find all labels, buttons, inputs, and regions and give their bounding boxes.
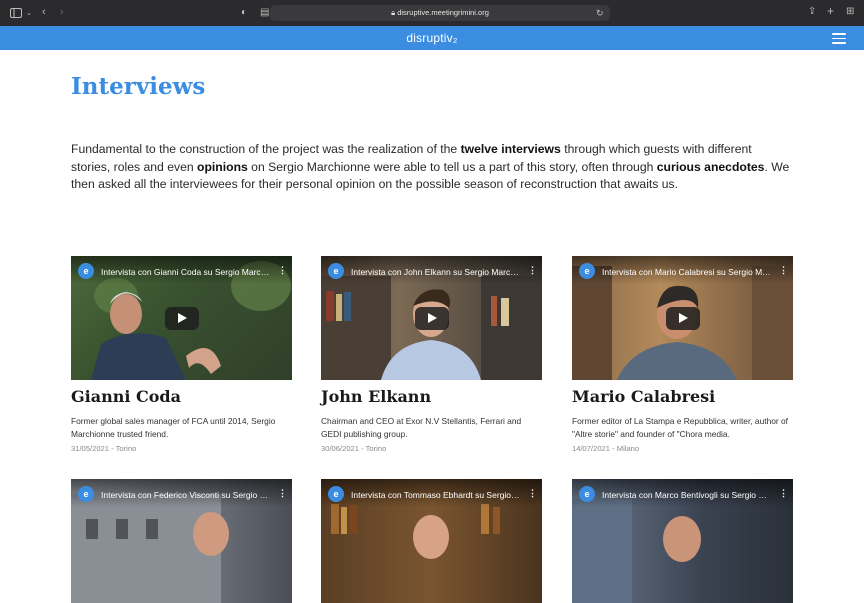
more-options-icon[interactable]: ⋮	[278, 489, 287, 498]
video-thumbnail[interactable]: e Intervista con John Elkann su Sergio M…	[321, 256, 542, 380]
more-options-icon[interactable]: ⋮	[779, 266, 788, 275]
privacy-shield-icon[interactable]: ◐	[241, 8, 247, 18]
brand-logo[interactable]: disruptiv₂	[0, 31, 864, 45]
page-title: Interviews	[71, 73, 206, 100]
interview-meta: 31/05/2021 - Torino	[71, 444, 137, 453]
more-options-icon[interactable]: ⋮	[528, 266, 537, 275]
reader-icon[interactable]: ▤	[260, 8, 269, 18]
video-thumbnail[interactable]: e Intervista con Mario Calabresi su Serg…	[572, 256, 793, 380]
interviewee-description: Former global sales manager of FCA until…	[71, 416, 276, 439]
video-title[interactable]: Intervista con Gianni Coda su Sergio Mar…	[101, 267, 271, 277]
channel-logo-icon[interactable]: e	[328, 263, 344, 279]
interviewee-name[interactable]: Gianni Coda	[71, 387, 181, 406]
interviewee-name[interactable]: Mario Calabresi	[572, 387, 715, 406]
intro-text: Fundamental to the construction of the p…	[71, 142, 790, 191]
browser-toolbar: ⌄ ‹ › ◐ ▤ 🔒︎ disruptive.meetingrimini.or…	[0, 0, 864, 26]
address-bar[interactable]: 🔒︎ disruptive.meetingrimini.org ↻	[270, 5, 610, 21]
url-text: disruptive.meetingrimini.org	[397, 8, 489, 17]
tab-overview-icon[interactable]: ⊞	[846, 7, 854, 17]
more-options-icon[interactable]: ⋮	[779, 489, 788, 498]
menu-icon[interactable]	[832, 33, 846, 44]
interviewee-description: Chairman and CEO at Exor N.V Stellantis,…	[321, 416, 522, 439]
interviewee-description: Former editor of La Stampa e Repubblica,…	[572, 416, 788, 439]
chevron-down-icon[interactable]: ⌄	[26, 9, 32, 19]
channel-logo-icon[interactable]: e	[78, 486, 94, 502]
video-title[interactable]: Intervista con Marco Bentivogli su Sergi…	[602, 490, 772, 500]
interview-meta: 30/06/2021 - Torino	[321, 444, 387, 453]
channel-logo-icon[interactable]: e	[579, 263, 595, 279]
video-thumbnail[interactable]: e Intervista con Gianni Coda su Sergio M…	[71, 256, 292, 380]
play-button[interactable]	[165, 307, 199, 330]
video-title[interactable]: Intervista con John Elkann su Sergio Mar…	[351, 267, 521, 277]
video-thumbnail[interactable]: e Intervista con Federico Visconti su Se…	[71, 479, 292, 603]
share-icon[interactable]: ⇪	[808, 7, 816, 17]
video-title[interactable]: Intervista con Tommaso Ebhardt su Sergio…	[351, 490, 521, 500]
channel-logo-icon[interactable]: e	[579, 486, 595, 502]
channel-logo-icon[interactable]: e	[328, 486, 344, 502]
sidebar-toggle-icon[interactable]	[10, 8, 22, 21]
video-title[interactable]: Intervista con Mario Calabresi su Sergio…	[602, 267, 772, 277]
interview-meta: 14/07/2021 - Milano	[572, 444, 640, 453]
back-icon[interactable]: ‹	[42, 7, 46, 18]
play-button[interactable]	[415, 307, 449, 330]
forward-icon[interactable]: ›	[60, 7, 64, 18]
video-thumbnail[interactable]: e Intervista con Tommaso Ebhardt su Serg…	[321, 479, 542, 603]
play-button[interactable]	[666, 307, 700, 330]
interviewee-name[interactable]: John Elkann	[321, 387, 431, 406]
more-options-icon[interactable]: ⋮	[528, 489, 537, 498]
video-title[interactable]: Intervista con Federico Visconti su Serg…	[101, 490, 271, 500]
site-header: disruptiv₂	[0, 26, 864, 50]
reload-icon[interactable]: ↻	[596, 8, 604, 18]
new-tab-icon[interactable]: +	[827, 5, 834, 17]
channel-logo-icon[interactable]: e	[78, 263, 94, 279]
address-url: 🔒︎ disruptive.meetingrimini.org	[270, 8, 610, 18]
video-thumbnail[interactable]: e Intervista con Marco Bentivogli su Ser…	[572, 479, 793, 603]
more-options-icon[interactable]: ⋮	[278, 266, 287, 275]
